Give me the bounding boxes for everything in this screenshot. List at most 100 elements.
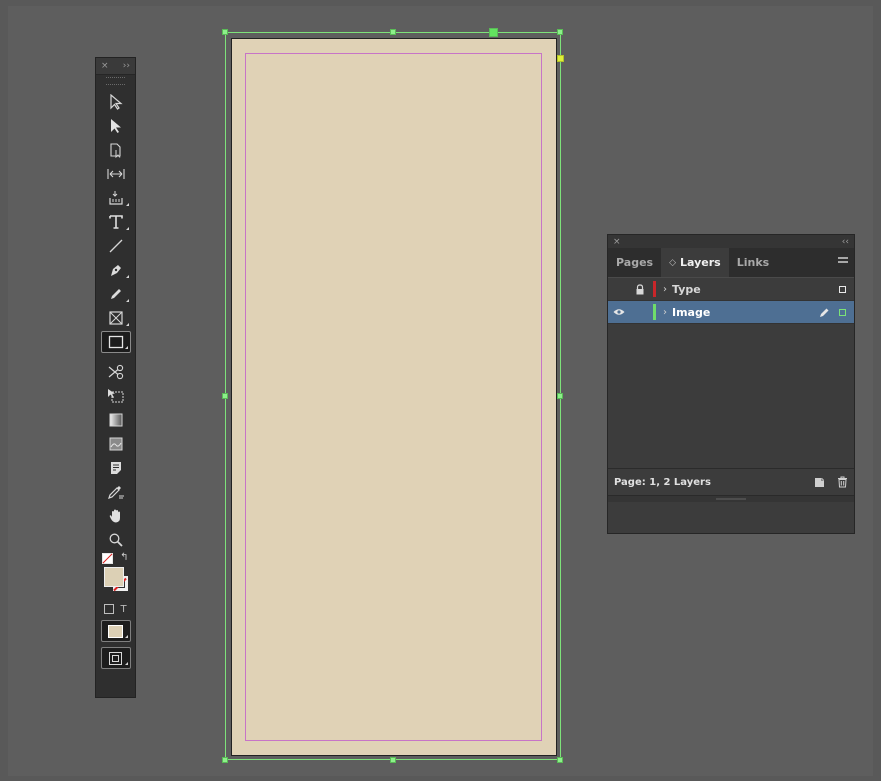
layer-row-type[interactable]: › Type — [608, 278, 854, 301]
frame-handle-middle-left[interactable] — [222, 393, 228, 399]
fill-swatch[interactable] — [103, 567, 124, 587]
margin-guide — [245, 53, 542, 741]
apply-color-button[interactable] — [100, 620, 131, 642]
frame-handle-top-left[interactable] — [222, 29, 228, 35]
layers-status-bar: Page: 1, 2 Layers — [608, 468, 854, 495]
more-tools-indicator — [123, 299, 129, 302]
line-tool-button[interactable] — [101, 235, 131, 257]
scissors-tool-button[interactable] — [101, 361, 131, 383]
lock-icon — [636, 283, 644, 294]
gradient-feather-tool-icon — [109, 437, 122, 451]
gap-tool-button[interactable] — [101, 163, 131, 185]
gradient-feather-tool-button[interactable] — [101, 433, 131, 455]
hand-tool-button[interactable] — [101, 505, 131, 527]
more-tools-indicator — [123, 203, 129, 206]
frame-handle-bottom-center[interactable] — [390, 757, 396, 763]
layer-color-bar — [653, 281, 656, 297]
screen-mode-button[interactable] — [100, 647, 131, 669]
more-tools-indicator — [122, 346, 128, 349]
type-tool-button[interactable] — [101, 211, 131, 233]
gradient-swatch-tool-button[interactable] — [101, 409, 131, 431]
pen-icon — [819, 307, 833, 318]
more-tools-indicator — [123, 227, 129, 230]
zoom-tool-button[interactable] — [101, 529, 131, 551]
free-transform-tool-button[interactable] — [101, 385, 131, 407]
rectangle-frame-tool-icon — [108, 311, 123, 325]
rectangle-tool-button[interactable] — [100, 331, 131, 353]
content-collector-tool-icon — [108, 191, 123, 205]
lock-toggle[interactable] — [630, 283, 650, 295]
page-tool-button[interactable] — [101, 139, 131, 161]
hand-tool-icon — [109, 509, 120, 523]
layers-panel: × ‹‹ Pages ◇ Layers Links › Type › Image… — [607, 234, 855, 534]
default-fill-stroke-icon[interactable] — [101, 553, 113, 564]
layer-color-bar — [653, 304, 656, 320]
fill-stroke-widget: ↰ — [98, 553, 134, 599]
frame-handle-bottom-right[interactable] — [557, 757, 563, 763]
content-collector-tool-button[interactable] — [101, 187, 131, 209]
layer-name: Type — [672, 282, 701, 296]
pen-tool-button[interactable] — [101, 259, 131, 281]
pencil-tool-icon — [110, 289, 121, 299]
expand-arrow-icon[interactable]: › — [663, 307, 667, 318]
type-tool-icon — [108, 215, 123, 229]
close-icon[interactable]: × — [101, 61, 109, 71]
more-tools-indicator — [123, 323, 129, 326]
page-layers-count: Page: 1, 2 Layers — [614, 476, 711, 488]
more-tools-indicator — [122, 635, 128, 638]
more-tools-indicator — [122, 662, 128, 665]
pencil-tool-button[interactable] — [101, 283, 131, 305]
layers-panel-header[interactable]: × ‹‹ — [608, 235, 854, 248]
formatting-container-icon[interactable] — [104, 604, 115, 614]
frame-handle-middle-right[interactable] — [557, 393, 563, 399]
panel-resize-grip[interactable] — [608, 495, 854, 502]
note-tool-button[interactable] — [101, 457, 131, 479]
formatting-affects-row: T — [96, 604, 135, 615]
gradient-swatch-tool-icon — [109, 413, 122, 427]
tab-label: Pages — [616, 256, 654, 269]
screen-mode-icon — [109, 651, 122, 665]
expand-arrow-icon[interactable]: › — [663, 284, 667, 295]
gap-tool-icon — [106, 169, 125, 179]
tab-pages[interactable]: Pages — [608, 248, 661, 277]
more-tools-indicator — [123, 275, 129, 278]
collapse-icon[interactable]: ‹‹ — [842, 237, 849, 247]
rectangle-frame-tool-button[interactable] — [101, 307, 131, 329]
formatting-text-icon[interactable]: T — [120, 604, 126, 615]
tab-label: Layers — [680, 256, 721, 269]
panel-menu-icon[interactable] — [838, 257, 848, 265]
direct-selection-tool-button[interactable] — [101, 115, 131, 137]
tools-panel: × ›› ↰ T — [95, 57, 136, 698]
layer-row-image[interactable]: › Image — [608, 301, 854, 324]
panel-grip[interactable] — [106, 77, 125, 85]
frame-handle-top-right[interactable] — [557, 29, 563, 35]
visibility-toggle[interactable] — [608, 308, 630, 316]
new-layer-icon[interactable] — [814, 477, 825, 488]
close-icon[interactable]: × — [613, 237, 621, 247]
frame-handle-top-center[interactable] — [390, 29, 396, 35]
layer-name: Image — [672, 305, 711, 319]
frame-handle-center-point[interactable] — [489, 28, 498, 37]
layer-selection-square[interactable] — [839, 308, 846, 316]
collapse-icon[interactable]: ›› — [123, 61, 130, 71]
trash-icon[interactable] — [837, 476, 848, 488]
tab-label: Links — [736, 256, 770, 269]
layers-list: › Type › Image — [608, 278, 854, 468]
tab-links[interactable]: Links — [729, 248, 777, 277]
layer-selection-square[interactable] — [839, 285, 846, 293]
zoom-tool-icon — [109, 533, 123, 547]
live-corners-handle[interactable] — [557, 55, 564, 62]
pen-tool-icon — [110, 265, 121, 276]
tools-panel-header[interactable]: × ›› — [96, 58, 135, 75]
page-tool-icon — [109, 143, 121, 158]
swap-fill-stroke-icon[interactable]: ↰ — [120, 553, 128, 563]
note-tool-icon — [110, 462, 121, 474]
eye-icon — [613, 309, 625, 315]
selection-tool-button[interactable] — [101, 91, 131, 113]
direct-selection-tool-icon — [110, 119, 121, 133]
selection-tool-icon — [109, 94, 123, 110]
eyedropper-tool-button[interactable] — [101, 481, 131, 503]
panel-tabs: Pages ◇ Layers Links — [608, 248, 854, 278]
tab-layers[interactable]: ◇ Layers — [661, 248, 729, 277]
frame-handle-bottom-left[interactable] — [222, 757, 228, 763]
